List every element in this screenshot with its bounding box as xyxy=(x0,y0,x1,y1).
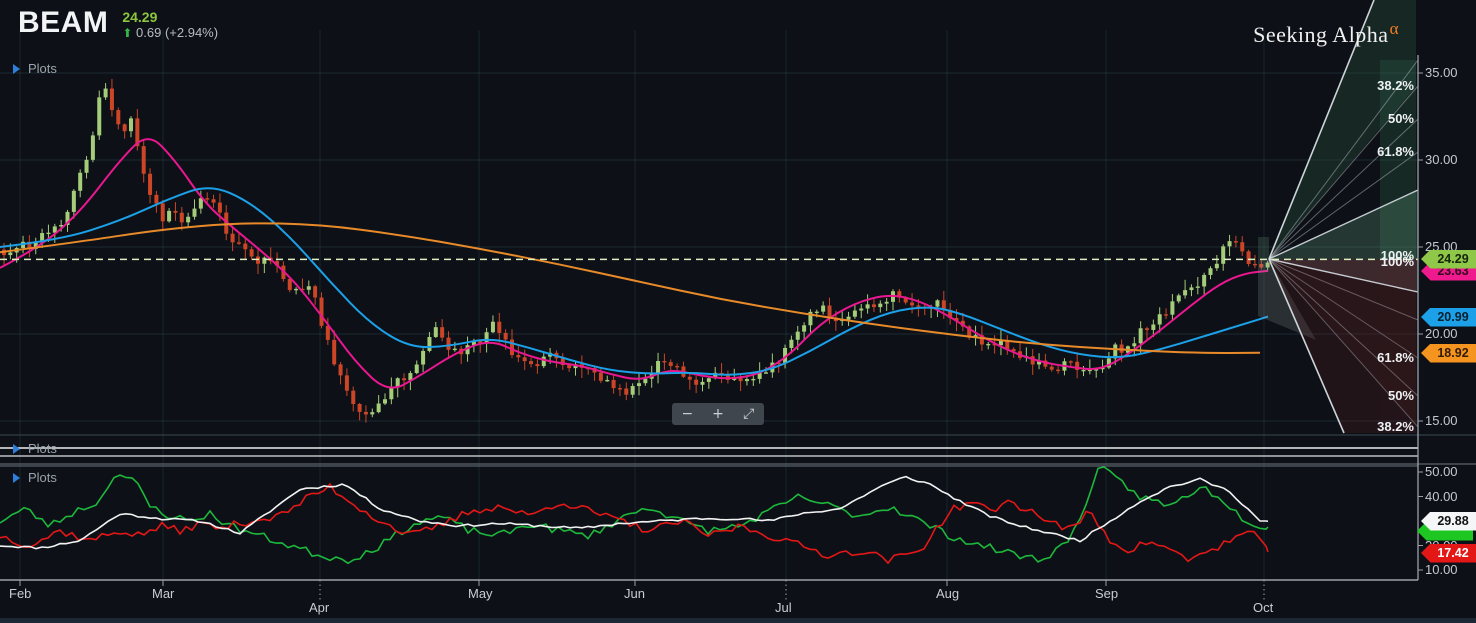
last-price: 24.29 xyxy=(122,9,158,25)
price-axis-tick: 20.00 xyxy=(1425,326,1458,341)
price-tag-17-42: 17.42 xyxy=(1421,543,1476,563)
price-axis-tick: 30.00 xyxy=(1425,152,1458,167)
month-label-jun: Jun xyxy=(624,586,645,601)
plots-toggle-middle[interactable]: Plots xyxy=(13,441,57,456)
collapse-arrow-icon xyxy=(13,472,20,483)
fib-level-label: 38.2% xyxy=(1377,78,1414,93)
price-tag-20-99: 20.99 xyxy=(1421,307,1476,327)
month-label-may: May xyxy=(468,586,493,601)
alpha-icon: α xyxy=(1389,19,1399,38)
up-arrow-icon: ⬆ xyxy=(122,26,133,41)
fib-level-label: 50% xyxy=(1387,388,1414,403)
brand-text: Seeking Alpha xyxy=(1253,22,1389,47)
plots-label: Plots xyxy=(28,441,57,456)
price-axis-tick: 15.00 xyxy=(1425,413,1458,428)
price-tag-18-92: 18.92 xyxy=(1421,343,1476,363)
month-label-oct: Oct xyxy=(1253,600,1274,615)
plots-label: Plots xyxy=(28,470,57,485)
zoom-in-button[interactable]: + xyxy=(703,403,734,425)
month-label-aug: Aug xyxy=(936,586,960,601)
month-label-sep: Sep xyxy=(1095,586,1119,601)
fib-hundred-label: 100% xyxy=(1380,254,1414,269)
oscillator-axis-tick: 10.00 xyxy=(1425,562,1458,577)
zoom-toolbar: − + ⤢ xyxy=(672,403,764,425)
month-label-jul: Jul xyxy=(775,600,792,615)
ticker-header: BEAM 24.29 ⬆ 0.69 (+2.94%) xyxy=(18,8,218,41)
price-tag-29-88: 29.88 xyxy=(1421,511,1476,531)
quote-block: 24.29 ⬆ 0.69 (+2.94%) xyxy=(122,9,218,41)
fullscreen-button[interactable]: ⤢ xyxy=(733,403,764,425)
price-change: ⬆ 0.69 (+2.94%) xyxy=(122,25,218,41)
month-label-feb: Feb xyxy=(9,586,32,601)
collapse-arrow-icon xyxy=(13,63,20,74)
plots-toggle-main[interactable]: Plots xyxy=(13,61,57,76)
month-label-mar: Mar xyxy=(152,586,175,601)
plots-toggle-bottom[interactable]: Plots xyxy=(13,470,57,485)
price-tag-24-29: 24.29 xyxy=(1421,249,1476,269)
change-value: 0.69 (+2.94%) xyxy=(136,25,219,41)
fib-level-label: 61.8% xyxy=(1377,350,1414,365)
chart-canvas[interactable] xyxy=(0,0,1476,623)
month-label-apr: Apr xyxy=(309,600,330,615)
fib-level-label: 61.8% xyxy=(1377,144,1414,159)
oscillator-axis-tick: 40.00 xyxy=(1425,488,1458,504)
chart-app: BEAM 24.29 ⬆ 0.69 (+2.94%) Seeking Alpha… xyxy=(0,0,1476,623)
fib-level-label: 38.2% xyxy=(1377,419,1414,434)
plots-label: Plots xyxy=(28,61,57,76)
price-axis-tick: 35.00 xyxy=(1425,65,1458,80)
seeking-alpha-logo: Seeking Alphaα xyxy=(1253,19,1399,48)
fib-level-label: 50% xyxy=(1387,111,1414,126)
ticker-symbol: BEAM xyxy=(18,6,109,39)
collapse-arrow-icon xyxy=(13,443,20,454)
oscillator-axis-tick: 50.00 xyxy=(1425,464,1458,479)
zoom-out-button[interactable]: − xyxy=(672,403,703,425)
